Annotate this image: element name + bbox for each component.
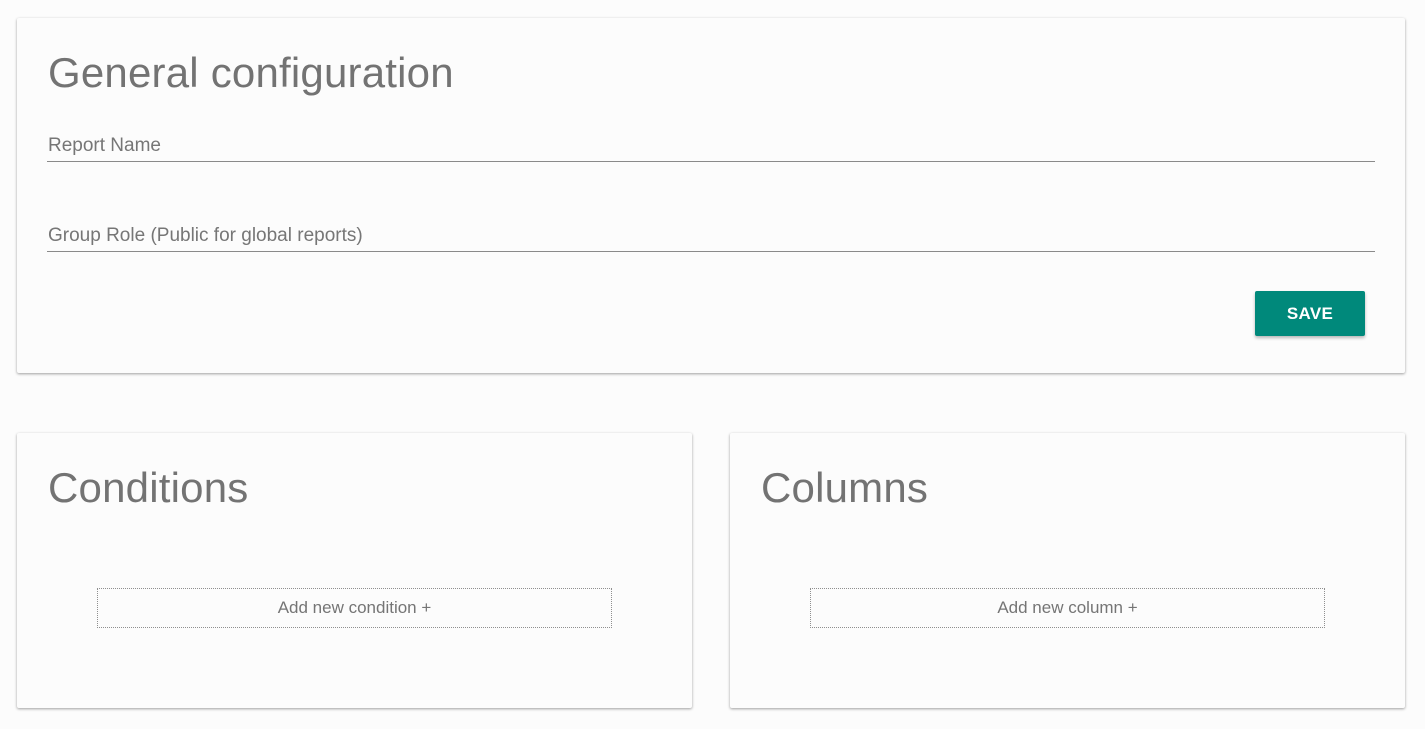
add-new-condition-label: Add new condition + (277, 598, 432, 617)
add-new-column-button[interactable]: Add new column + (810, 588, 1325, 628)
report-name-field (47, 126, 1375, 162)
columns-card: Columns Add new column + (730, 433, 1405, 708)
conditions-title: Conditions (48, 464, 249, 511)
general-configuration-title: General configuration (48, 49, 454, 96)
add-new-condition-button[interactable]: Add new condition + (97, 588, 612, 628)
save-button[interactable]: SAVE (1255, 291, 1365, 336)
report-name-input[interactable] (47, 126, 1375, 161)
group-role-input[interactable] (47, 216, 1375, 251)
columns-title: Columns (761, 464, 929, 511)
conditions-card: Conditions Add new condition + (17, 433, 692, 708)
add-new-column-label: Add new column + (997, 598, 1138, 617)
general-configuration-card: General configuration SAVE (17, 18, 1405, 373)
group-role-field (47, 216, 1375, 252)
